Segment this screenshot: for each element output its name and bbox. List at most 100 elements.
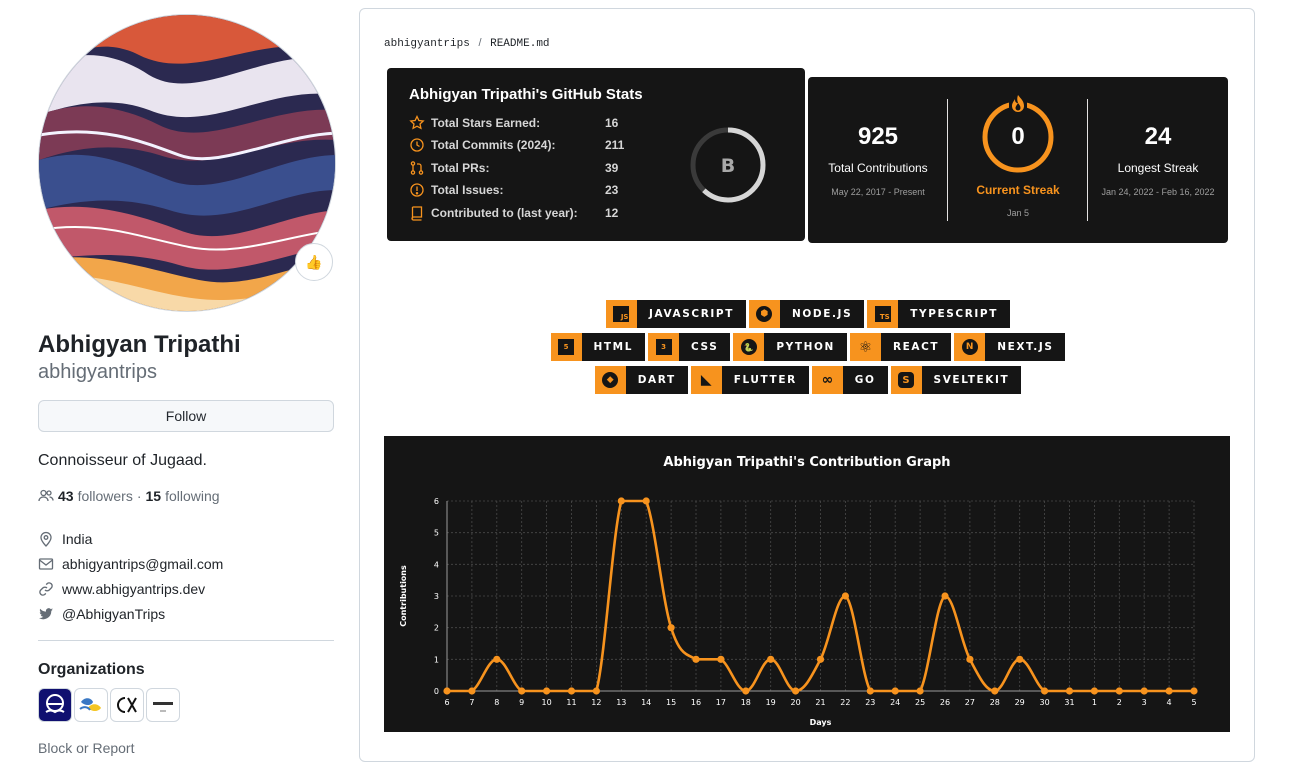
- chart-title: Abhigyan Tripathi's Contribution Graph: [663, 455, 950, 470]
- follow-button[interactable]: Follow: [38, 400, 334, 432]
- badge-react[interactable]: ⚛ REACT: [849, 333, 952, 361]
- current-streak-label: Current Streak: [976, 183, 1060, 197]
- x-tick-label: 28: [990, 698, 1000, 707]
- x-tick-label: 9: [519, 698, 524, 707]
- badge-label: DART: [625, 366, 688, 394]
- data-point: [1041, 687, 1049, 695]
- badge-typescript[interactable]: TS TYPESCRIPT: [867, 300, 1010, 328]
- badge-nodejs[interactable]: ⬢ NODE.JS: [748, 300, 865, 328]
- data-point: [468, 687, 476, 695]
- data-point: [891, 687, 899, 695]
- avatar[interactable]: [38, 14, 336, 312]
- stat-row-stars: Total Stars Earned: 16: [409, 114, 645, 132]
- badge-javascript[interactable]: JS JAVASCRIPT: [605, 300, 746, 328]
- block-report-link[interactable]: Block or Report: [38, 740, 336, 756]
- badge-nextjs[interactable]: N NEXT.JS: [954, 333, 1066, 361]
- organizations-list: [38, 688, 336, 722]
- x-tick-label: 17: [716, 698, 726, 707]
- x-tick-label: 19: [766, 698, 776, 707]
- github-stats-card[interactable]: Abhigyan Tripathi's GitHub Stats Total S…: [387, 68, 805, 241]
- data-point: [866, 687, 874, 695]
- stat-row-commits: Total Commits (2024): 211: [409, 136, 645, 154]
- location-text: India: [62, 530, 93, 547]
- x-tick-label: 3: [1142, 698, 1147, 707]
- y-tick-label: 3: [434, 592, 439, 601]
- location-item: India: [38, 526, 336, 551]
- org-avatar-3[interactable]: [110, 688, 144, 722]
- stat-label: Total Stars Earned:: [431, 116, 541, 130]
- stat-value: 12: [605, 206, 619, 220]
- stats-title: Abhigyan Tripathi's GitHub Stats: [409, 86, 643, 103]
- badge-row: ◆ DART ◣ FLUTTER ∞ GO S SVELTEKIT: [360, 366, 1256, 394]
- website-item: www.abhigyantrips.dev: [38, 576, 336, 601]
- x-tick-label: 30: [1040, 698, 1050, 707]
- org-avatar-4[interactable]: [146, 688, 180, 722]
- y-tick-label: 5: [434, 529, 439, 538]
- badge-label: NODE.JS: [779, 300, 865, 328]
- x-tick-label: 8: [494, 698, 499, 707]
- profile-login: abhigyantrips: [38, 361, 157, 383]
- stat-row-prs: Total PRs: 39: [409, 159, 645, 177]
- badge-label: FLUTTER: [721, 366, 809, 394]
- email-link[interactable]: abhigyantrips@gmail.com: [62, 556, 223, 572]
- badge-python[interactable]: 🐍 PYTHON: [733, 333, 847, 361]
- history-icon: [409, 137, 425, 153]
- total-contributions-block: 925 Total Contributions May 22, 2017 - P…: [808, 77, 948, 243]
- data-point: [493, 655, 501, 663]
- x-tick-label: 14: [641, 698, 651, 707]
- star-icon: [409, 115, 425, 131]
- longest-streak-block: 24 Longest Streak Jan 24, 2022 - Feb 16,…: [1088, 77, 1228, 243]
- separator-dot: ·: [136, 488, 142, 504]
- org-avatar-1[interactable]: [38, 688, 72, 722]
- following-count[interactable]: 15: [146, 488, 162, 504]
- badge-flutter[interactable]: ◣ FLUTTER: [690, 366, 809, 394]
- badge-label: JAVASCRIPT: [636, 300, 746, 328]
- x-tick-label: 25: [915, 698, 925, 707]
- data-point: [642, 497, 650, 505]
- status-emoji[interactable]: 👍: [295, 243, 333, 281]
- divider: [38, 640, 334, 641]
- x-tick-label: 1: [1092, 698, 1097, 707]
- contribution-graph[interactable]: Abhigyan Tripathi's Contribution Graph 0 1…: [384, 436, 1230, 732]
- nodejs-icon: ⬢: [756, 306, 773, 322]
- website-link[interactable]: www.abhigyantrips.dev: [62, 581, 205, 597]
- followers-count[interactable]: 43: [58, 488, 74, 504]
- readme-owner-link[interactable]: abhigyantrips: [384, 38, 470, 50]
- x-tick-label: 22: [840, 698, 850, 707]
- followers-link[interactable]: followers: [78, 488, 133, 504]
- badge-label: PYTHON: [764, 333, 847, 361]
- badge-dart[interactable]: ◆ DART: [594, 366, 688, 394]
- stat-label: Contributed to (last year):: [431, 206, 578, 220]
- css3-icon: 3: [655, 339, 672, 355]
- total-contributions-label: Total Contributions: [828, 161, 928, 175]
- data-point: [841, 592, 849, 600]
- org-avatar-2[interactable]: [74, 688, 108, 722]
- x-tick-label: 24: [890, 698, 900, 707]
- badge-label: CSS: [679, 333, 731, 361]
- stat-value: 16: [605, 116, 619, 130]
- badge-css[interactable]: 3 CSS: [648, 333, 731, 361]
- y-tick-label: 2: [434, 624, 439, 633]
- data-point: [1140, 687, 1148, 695]
- stat-row-contributed: Contributed to (last year): 12: [409, 204, 645, 222]
- profile-name: Abhigyan Tripathi: [38, 331, 241, 358]
- y-axis-label: Contributions: [399, 565, 408, 627]
- react-icon: ⚛: [858, 338, 873, 356]
- mail-icon: [38, 556, 54, 572]
- grade-letter: B: [721, 155, 735, 177]
- y-tick-label: 0: [434, 687, 439, 696]
- twitter-link[interactable]: @AbhigyanTrips: [62, 606, 165, 622]
- data-point: [1016, 655, 1024, 663]
- streak-stats-card[interactable]: 925 Total Contributions May 22, 2017 - P…: [808, 77, 1228, 243]
- organizations-heading: Organizations: [38, 661, 145, 678]
- x-tick-label: 18: [741, 698, 751, 707]
- people-icon: [38, 488, 54, 504]
- badge-go[interactable]: ∞ GO: [811, 366, 888, 394]
- data-point: [792, 687, 800, 695]
- badge-sveltekit[interactable]: S SVELTEKIT: [890, 366, 1022, 394]
- badge-html[interactable]: 5 HTML: [550, 333, 646, 361]
- badge-label: REACT: [880, 333, 952, 361]
- following-link[interactable]: following: [165, 488, 219, 504]
- twitter-item: @AbhigyanTrips: [38, 601, 336, 626]
- data-point: [667, 624, 675, 632]
